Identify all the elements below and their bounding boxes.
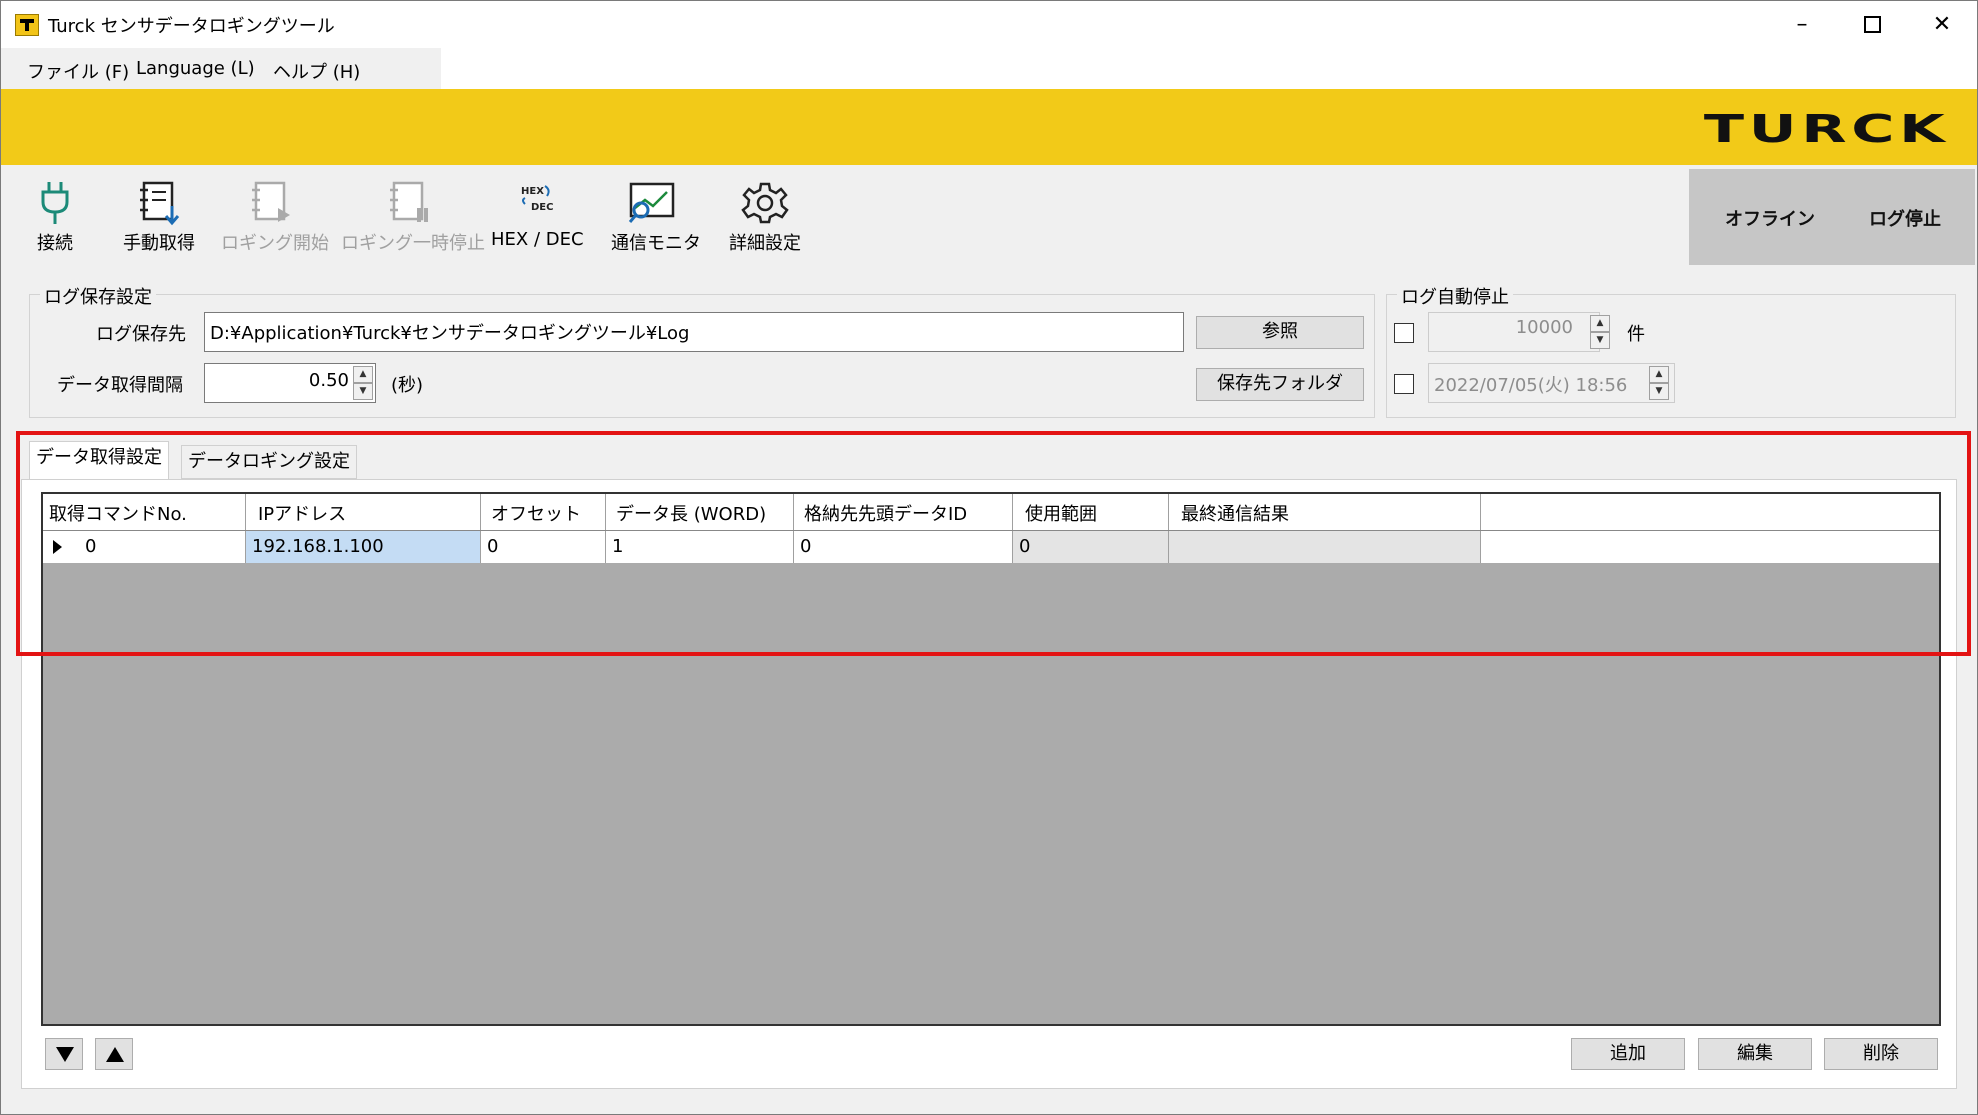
- add-button[interactable]: 追加: [1571, 1038, 1685, 1070]
- column-header[interactable]: データ長 (WORD): [606, 494, 794, 530]
- table-cell[interactable]: 1: [606, 531, 794, 563]
- open-folder-button[interactable]: 保存先フォルダ: [1196, 368, 1364, 401]
- logging-start-button[interactable]: ロギング開始: [221, 180, 329, 260]
- status-panel: オフライン ログ停止: [1689, 169, 1975, 265]
- arrow-down-icon: [56, 1047, 74, 1062]
- window-title: Turck センサデータロギングツール: [48, 16, 335, 37]
- logging-status: ログ停止: [1869, 209, 1941, 230]
- menu-file[interactable]: ファイル (F): [27, 58, 129, 84]
- column-header[interactable]: オフセット: [481, 494, 606, 530]
- table-cell[interactable]: 192.168.1.100: [246, 531, 481, 563]
- column-header[interactable]: 使用範囲: [1013, 494, 1169, 530]
- count-unit: 件: [1627, 324, 1645, 345]
- table-cell[interactable]: 0: [794, 531, 1013, 563]
- interval-label: データ取得間隔: [57, 375, 183, 396]
- time-stop-checkbox[interactable]: [1394, 374, 1414, 394]
- column-header[interactable]: 取得コマンドNo.: [43, 494, 246, 530]
- menu-bar: ファイル (F) Language (L) ヘルプ (H): [1, 48, 441, 89]
- monitor-chart-icon: [628, 182, 675, 223]
- spin-down-icon[interactable]: ▼: [1590, 332, 1610, 349]
- spin-up-icon[interactable]: ▲: [1649, 366, 1669, 383]
- count-spinner[interactable]: ▲ ▼: [1590, 315, 1610, 349]
- turck-logo: TURCK: [1703, 107, 1949, 151]
- interval-unit: (秒): [391, 375, 424, 396]
- hex-dec-button[interactable]: HEX DEC HEX / DEC: [491, 180, 584, 260]
- brand-banner: TURCK: [1, 89, 1977, 165]
- menu-help[interactable]: ヘルプ (H): [273, 58, 360, 84]
- auto-stop-group-title: ログ自動停止: [1397, 283, 1513, 309]
- manual-acquire-button[interactable]: 手動取得: [119, 180, 199, 260]
- log-path-label: ログ保存先: [96, 324, 186, 345]
- spin-down-icon[interactable]: ▼: [1649, 383, 1669, 400]
- notebook-download-icon: [140, 181, 180, 226]
- comm-monitor-button[interactable]: 通信モニタ: [611, 180, 701, 260]
- app-logo-icon: [15, 14, 39, 36]
- maximize-icon: [1863, 16, 1881, 33]
- tab-data-acquisition[interactable]: データ取得設定: [29, 441, 169, 479]
- table-cell[interactable]: 0: [43, 531, 246, 563]
- logging-start-label: ロギング開始: [221, 233, 329, 254]
- column-header[interactable]: 最終通信結果: [1169, 494, 1481, 530]
- dec-icon-text: DEC: [531, 202, 553, 213]
- browse-button[interactable]: 参照: [1196, 316, 1364, 349]
- spin-up-icon[interactable]: ▲: [1590, 315, 1610, 332]
- plug-icon: [41, 182, 69, 224]
- tab-data-logging[interactable]: データロギング設定: [181, 445, 357, 479]
- column-header[interactable]: 格納先先頭データID: [794, 494, 1013, 530]
- table-row[interactable]: 0 192.168.1.100 0 1 0 0: [43, 531, 1939, 563]
- advanced-settings-button[interactable]: 詳細設定: [725, 180, 805, 260]
- connect-button[interactable]: 接続: [35, 180, 75, 260]
- menu-language[interactable]: Language (L): [136, 58, 255, 79]
- table-cell: [1169, 531, 1481, 563]
- advanced-settings-label: 詳細設定: [729, 233, 801, 254]
- connection-status: オフライン: [1725, 209, 1815, 230]
- minimize-button[interactable]: –: [1767, 1, 1837, 48]
- log-save-group-title: ログ保存設定: [40, 283, 156, 309]
- hex-icon-text: HEX: [521, 186, 544, 197]
- move-up-button[interactable]: [95, 1038, 133, 1070]
- grid-header: 取得コマンドNo. IPアドレス オフセット データ長 (WORD) 格納先先頭…: [43, 494, 1939, 531]
- time-spinner[interactable]: ▲ ▼: [1649, 366, 1669, 400]
- command-grid[interactable]: 取得コマンドNo. IPアドレス オフセット データ長 (WORD) 格納先先頭…: [41, 492, 1941, 1026]
- logging-pause-label: ロギング一時停止: [341, 233, 485, 254]
- delete-button[interactable]: 削除: [1824, 1038, 1938, 1070]
- title-bar: Turck センサデータロギングツール – ✕: [1, 1, 1977, 48]
- interval-input[interactable]: 0.50: [204, 363, 376, 403]
- comm-monitor-label: 通信モニタ: [611, 233, 701, 254]
- toolbar: 接続 手動取得 ロギング開始 ロギング一時停止 HEX DEC HEX / DE…: [1, 165, 1977, 265]
- maximize-button[interactable]: [1837, 1, 1907, 48]
- logging-pause-icon: [389, 181, 428, 222]
- log-path-input[interactable]: D:¥Application¥Turck¥センサデータロギングツール¥Log: [204, 312, 1184, 352]
- gear-icon: [741, 182, 789, 224]
- time-stop-input[interactable]: 2022/07/05(火) 18:56: [1428, 363, 1675, 403]
- arrow-up-icon: [106, 1047, 124, 1062]
- app-window: Turck センサデータロギングツール – ✕ ファイル (F) Languag…: [0, 0, 1978, 1115]
- close-button[interactable]: ✕: [1907, 1, 1977, 48]
- logging-pause-button[interactable]: ロギング一時停止: [341, 180, 485, 260]
- count-stop-checkbox[interactable]: [1394, 323, 1414, 343]
- edit-button[interactable]: 編集: [1698, 1038, 1812, 1070]
- table-cell: 0: [1013, 531, 1169, 563]
- column-header[interactable]: IPアドレス: [246, 494, 481, 530]
- interval-spinner[interactable]: ▲ ▼: [353, 366, 373, 400]
- hex-dec-icon: HEX DEC: [521, 185, 553, 213]
- menu-bar-spacer: [441, 48, 1977, 89]
- hex-dec-label: HEX / DEC: [491, 229, 584, 250]
- move-down-button[interactable]: [45, 1038, 83, 1070]
- table-cell[interactable]: 0: [481, 531, 606, 563]
- logging-play-icon: [252, 181, 290, 222]
- count-stop-input[interactable]: 10000: [1428, 312, 1600, 352]
- connect-label: 接続: [37, 233, 73, 254]
- manual-acquire-label: 手動取得: [123, 233, 195, 254]
- spin-down-icon[interactable]: ▼: [353, 383, 373, 400]
- spin-up-icon[interactable]: ▲: [353, 366, 373, 383]
